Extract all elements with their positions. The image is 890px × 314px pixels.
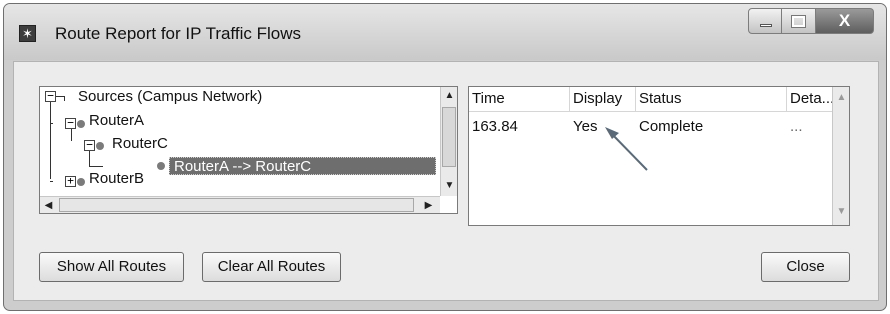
clear-all-routes-button[interactable]: Clear All Routes <box>202 252 341 282</box>
tree-vertical-scrollbar[interactable]: ▲ ▼ <box>440 87 457 196</box>
sources-tree[interactable]: − Sources (Campus Network) − RouterA − R… <box>39 86 458 214</box>
scroll-thumb[interactable] <box>59 198 414 212</box>
maximize-button[interactable] <box>782 8 816 34</box>
tree-line <box>50 123 53 124</box>
window-title: Route Report for IP Traffic Flows <box>55 24 301 43</box>
close-window-button[interactable]: X <box>816 8 874 34</box>
tree-node-route-selected[interactable]: RouterA --> RouterC <box>169 157 436 175</box>
collapse-icon[interactable]: − <box>45 90 56 102</box>
route-icon <box>157 162 165 170</box>
scroll-down-icon[interactable]: ▼ <box>441 177 457 194</box>
close-button[interactable]: Close <box>761 252 850 282</box>
tree-node-routera[interactable]: RouterA <box>89 112 144 129</box>
scroll-left-icon[interactable]: ◀ <box>40 197 57 213</box>
minimize-button[interactable] <box>748 8 782 34</box>
close-icon: X <box>838 11 851 30</box>
dialog-body: − Sources (Campus Network) − RouterA − R… <box>13 61 879 301</box>
window-controls: X <box>748 8 874 34</box>
scroll-right-icon[interactable]: ▶ <box>420 197 437 213</box>
tree-line <box>71 129 72 141</box>
router-icon <box>77 178 85 186</box>
scroll-thumb[interactable] <box>442 107 456 167</box>
title-bar[interactable]: ✶ Route Report for IP Traffic Flows X <box>4 4 886 60</box>
route-report-window: ✶ Route Report for IP Traffic Flows X − … <box>3 3 887 311</box>
tree-horizontal-scrollbar[interactable]: ◀ ▶ <box>40 196 440 213</box>
tree-line <box>64 96 65 101</box>
arrow-shaft <box>608 130 648 171</box>
tree-line <box>56 96 64 97</box>
collapse-icon[interactable]: − <box>65 117 76 129</box>
expand-icon[interactable]: + <box>65 175 76 187</box>
tree-node-routerb[interactable]: RouterB <box>89 170 144 187</box>
router-icon <box>77 120 85 128</box>
annotation-arrow <box>605 127 648 171</box>
tree-line <box>89 166 103 167</box>
tree-node-sources[interactable]: Sources (Campus Network) <box>78 88 262 105</box>
scroll-up-icon[interactable]: ▲ <box>441 87 457 104</box>
tree-line <box>50 101 51 179</box>
tree-node-routerc[interactable]: RouterC <box>112 135 168 152</box>
route-table: Time Display Status Deta... 163.84 Yes C… <box>468 86 850 226</box>
router-icon <box>96 142 104 150</box>
tree-line <box>89 151 90 166</box>
minimize-icon <box>760 24 772 27</box>
maximize-icon <box>791 15 806 28</box>
collapse-icon[interactable]: − <box>84 139 95 151</box>
show-all-routes-button[interactable]: Show All Routes <box>39 252 184 282</box>
app-icon: ✶ <box>19 25 36 42</box>
arrow-head <box>605 127 619 139</box>
tree-line <box>50 181 53 182</box>
